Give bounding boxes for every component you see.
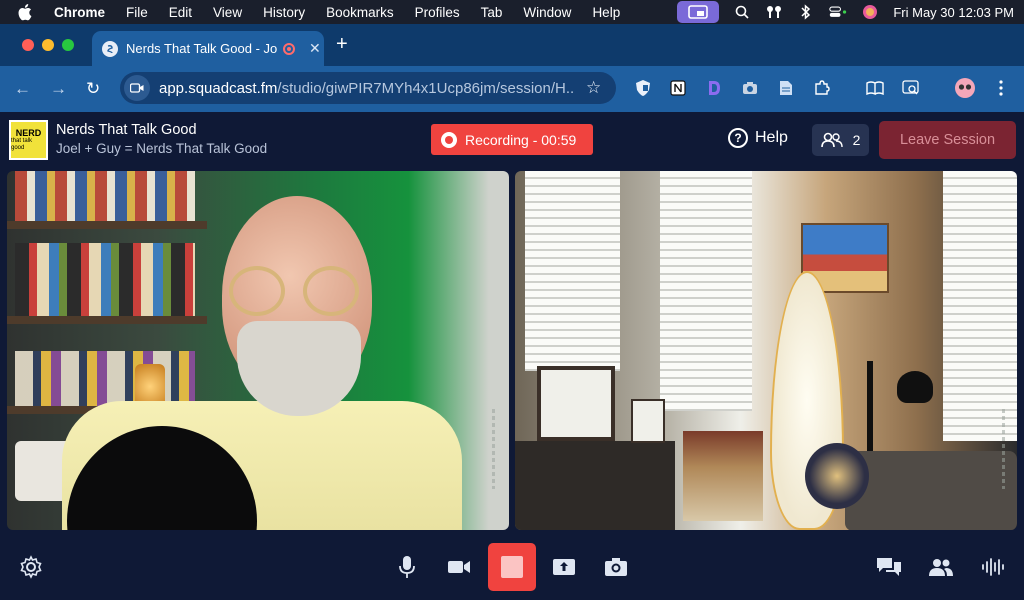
side-table: [683, 431, 763, 521]
sofa: [845, 451, 1017, 530]
back-arrow-icon[interactable]: ←: [14, 79, 31, 99]
status-area: Fri May 30 12:03 PM: [677, 0, 1014, 24]
show-logo: NERD that talk good: [9, 120, 48, 160]
audio-waveform-icon[interactable]: [980, 554, 1006, 580]
participants-panel-icon[interactable]: [928, 554, 954, 580]
help-label: Help: [755, 129, 788, 146]
dashlane-icon[interactable]: [705, 79, 723, 97]
help-button[interactable]: ? Help: [728, 128, 788, 148]
video-tile-left[interactable]: [7, 171, 509, 530]
menu-bookmarks[interactable]: Bookmarks: [326, 5, 394, 20]
bookmark-star-icon[interactable]: ☆: [586, 78, 601, 98]
url-text[interactable]: app.squadcast.fm/studio/giwPIR7MYh4x1Ucp…: [159, 80, 574, 97]
picture-frame: [631, 399, 665, 443]
privacy-badger-icon[interactable]: [634, 79, 652, 97]
picture-frame: [537, 366, 615, 441]
lamp-shade: [897, 371, 933, 403]
window-blinds: [943, 171, 1017, 441]
search-icon[interactable]: [733, 4, 751, 20]
session-controls: [0, 534, 1024, 600]
logo-text-line1: NERD: [15, 127, 42, 138]
control-center-icon[interactable]: [829, 4, 847, 20]
logo-text-line2: that talk good: [11, 137, 33, 151]
leave-session-button[interactable]: Leave Session: [879, 121, 1016, 159]
cushion: [805, 443, 869, 509]
bookshelf: [7, 221, 207, 229]
menu-view[interactable]: View: [213, 5, 242, 20]
menu-profiles[interactable]: Profiles: [415, 5, 460, 20]
book-row: [15, 171, 195, 221]
window-close-button[interactable]: [22, 39, 34, 51]
macos-menu-bar: Chrome File Edit View History Bookmarks …: [0, 0, 1024, 24]
reading-list-icon[interactable]: [866, 79, 884, 97]
show-subtitle: Joel + Guy = Nerds That Talk Good: [56, 141, 268, 156]
tab-recording-icon[interactable]: [283, 42, 295, 55]
record-dot-icon: [441, 131, 457, 148]
menu-window[interactable]: Window: [523, 5, 571, 20]
audio-level-meter: [492, 409, 495, 489]
document-extension-icon[interactable]: [777, 79, 795, 97]
tab-title: Nerds That Talk Good - Jo: [126, 41, 278, 56]
siri-icon[interactable]: [861, 4, 879, 20]
extensions-puzzle-icon[interactable]: [813, 79, 831, 97]
stop-recording-button[interactable]: [488, 543, 536, 591]
audio-level-meter: [1002, 409, 1005, 489]
camera-extension-icon[interactable]: [741, 79, 759, 97]
cabinet: [515, 441, 675, 530]
notion-icon[interactable]: [669, 79, 687, 97]
reload-icon[interactable]: ↻: [86, 79, 100, 99]
menu-tab[interactable]: Tab: [481, 5, 503, 20]
profile-avatar-icon[interactable]: [955, 78, 975, 98]
recording-status-badge: Recording - 00:59: [431, 124, 593, 155]
settings-gear-icon[interactable]: [18, 554, 44, 580]
question-icon: ?: [728, 128, 748, 148]
participants-count: 2: [852, 132, 861, 148]
book-row: [15, 351, 195, 406]
window-blinds: [660, 171, 752, 411]
browser-toolbar: ← → ↻ app.squadcast.fm/studio/giwPIR7MYh…: [0, 66, 1024, 112]
site-camera-icon[interactable]: [124, 75, 150, 101]
window-minimize-button[interactable]: [42, 39, 54, 51]
show-title: Nerds That Talk Good: [56, 122, 197, 138]
recording-timer: Recording - 00:59: [465, 131, 577, 148]
session-header: NERD that talk good Nerds That Talk Good…: [0, 112, 1024, 168]
participants-button[interactable]: 2: [812, 124, 869, 156]
menu-edit[interactable]: Edit: [169, 5, 192, 20]
url-host: app.squadcast.fm: [159, 79, 278, 97]
new-tab-button[interactable]: +: [336, 33, 348, 56]
window-blinds: [525, 171, 620, 371]
menu-app-name[interactable]: Chrome: [54, 5, 105, 20]
more-menu-icon[interactable]: [992, 79, 1010, 97]
menubar-clock[interactable]: Fri May 30 12:03 PM: [893, 5, 1014, 20]
menu-list: Chrome File Edit View History Bookmarks …: [54, 0, 641, 24]
person-glasses: [229, 266, 285, 316]
share-screen-icon[interactable]: [551, 554, 577, 580]
address-bar[interactable]: app.squadcast.fm/studio/giwPIR7MYh4x1Ucp…: [120, 72, 616, 104]
camera-icon[interactable]: [446, 554, 472, 580]
people-icon: [820, 132, 843, 148]
menu-history[interactable]: History: [263, 5, 305, 20]
chat-icon[interactable]: [876, 554, 902, 580]
snapshot-camera-icon[interactable]: [603, 554, 629, 580]
screen-share-icon[interactable]: [677, 1, 720, 23]
forward-arrow-icon[interactable]: →: [50, 79, 67, 99]
microphone-icon[interactable]: [394, 554, 420, 580]
person-glasses: [303, 266, 359, 316]
airpods-icon[interactable]: [765, 4, 783, 20]
video-tile-right[interactable]: [515, 171, 1017, 530]
tab-close-icon[interactable]: ✕: [309, 40, 321, 57]
menu-help[interactable]: Help: [592, 5, 620, 20]
menu-file[interactable]: File: [126, 5, 148, 20]
squadcast-favicon: [102, 40, 118, 57]
bluetooth-icon[interactable]: [797, 4, 815, 20]
apple-icon[interactable]: [18, 3, 34, 21]
tab-search-icon[interactable]: [902, 79, 920, 97]
url-path: /studio/giwPIR7MYh4x1Ucp86jm/session/H..…: [277, 79, 574, 97]
bookshelf: [7, 316, 207, 324]
window-zoom-button[interactable]: [62, 39, 74, 51]
stop-square-icon: [501, 556, 523, 578]
browser-tab-active[interactable]: Nerds That Talk Good - Jo ✕: [92, 31, 324, 66]
book-row: [15, 243, 195, 316]
